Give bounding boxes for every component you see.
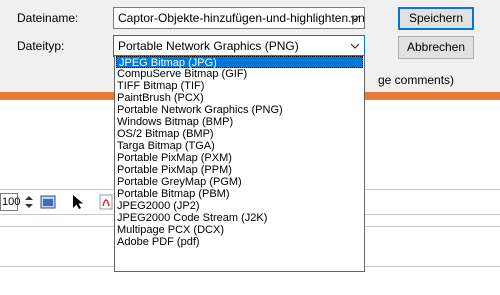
filetype-label: Dateityp: — [17, 39, 65, 53]
filetype-dropdown-list[interactable]: JPEG Bitmap (JPG) CompuServe Bitmap (GIF… — [114, 55, 365, 272]
dropdown-option-selected[interactable]: JPEG Bitmap (JPG) — [116, 56, 363, 69]
dropdown-option[interactable]: Portable PixMap (PPM) — [115, 164, 364, 176]
dropdown-option[interactable]: PaintBrush (PCX) — [115, 92, 364, 104]
image-icon[interactable] — [40, 194, 56, 210]
dropdown-option[interactable]: Portable Network Graphics (PNG) — [115, 104, 364, 116]
dropdown-option[interactable]: CompuServe Bitmap (GIF) — [115, 68, 364, 80]
background-option-text: ge comments) — [378, 73, 455, 87]
cancel-button[interactable]: Abbrechen — [398, 36, 474, 59]
save-button[interactable]: Speichern — [398, 7, 474, 30]
chevron-down-icon[interactable] — [348, 10, 362, 26]
dropdown-option[interactable]: Portable Bitmap (PBM) — [115, 188, 364, 200]
filename-label: Dateiname: — [17, 11, 79, 25]
dropdown-option[interactable]: Portable GreyMap (PGM) — [115, 176, 364, 188]
spin-icon[interactable] — [21, 194, 37, 210]
pdf-icon[interactable] — [98, 194, 114, 210]
dropdown-option[interactable]: Windows Bitmap (BMP) — [115, 116, 364, 128]
dropdown-option[interactable]: Targa Bitmap (TGA) — [115, 140, 364, 152]
dropdown-option[interactable]: Multipage PCX (DCX) — [115, 224, 364, 236]
filetype-combo[interactable]: Portable Network Graphics (PNG) — [113, 35, 365, 57]
filename-value: Captor-Objekte-hinzufügen-und-highlighte… — [118, 11, 365, 25]
dropdown-option[interactable]: Portable PixMap (PXM) — [115, 152, 364, 164]
dropdown-option[interactable]: TIFF Bitmap (TIF) — [115, 80, 364, 92]
dropdown-option[interactable]: OS/2 Bitmap (BMP) — [115, 128, 364, 140]
dropdown-option[interactable]: Adobe PDF (pdf) — [115, 236, 364, 248]
chevron-down-icon[interactable] — [348, 38, 362, 54]
filetype-value: Portable Network Graphics (PNG) — [118, 39, 299, 53]
dropdown-option[interactable]: JPEG2000 Code Stream (J2K) — [115, 212, 364, 224]
dropdown-option[interactable]: JPEG2000 (JP2) — [115, 200, 364, 212]
filename-combo[interactable]: Captor-Objekte-hinzufügen-und-highlighte… — [113, 7, 365, 29]
pointer-icon[interactable] — [70, 194, 86, 210]
zoom-input[interactable]: 100 — [0, 193, 20, 211]
